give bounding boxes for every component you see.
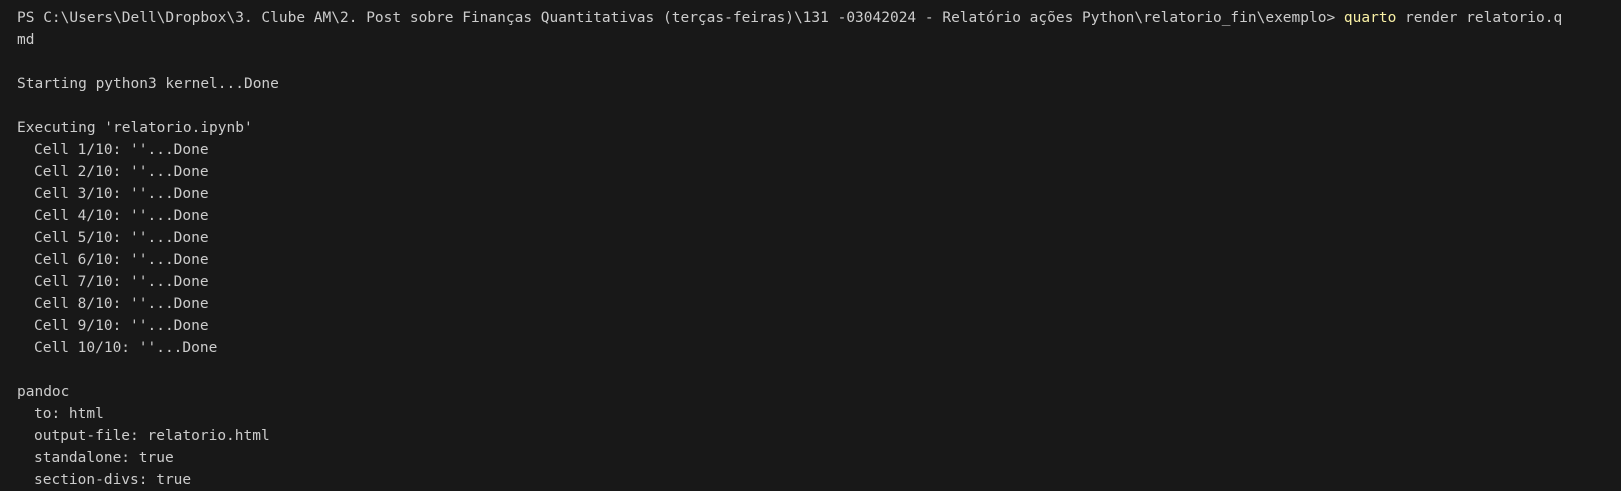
executing-line: Executing 'relatorio.ipynb' <box>17 120 253 136</box>
cell-status-line: Cell 6/10: ''...Done <box>34 252 209 268</box>
cell-status-line: Cell 3/10: ''...Done <box>34 186 209 202</box>
command-args: render relatorio.q <box>1396 10 1563 26</box>
pandoc-option-line: standalone: true <box>34 450 174 466</box>
cell-status-line: Cell 10/10: ''...Done <box>34 340 218 356</box>
pandoc-option-line: section-divs: true <box>34 472 192 488</box>
pandoc-option-line: to: html <box>34 406 104 422</box>
prompt-line: PS C:\Users\Dell\Dropbox\3. Clube AM\2. … <box>17 7 1621 29</box>
prompt-path: PS C:\Users\Dell\Dropbox\3. Clube AM\2. … <box>17 10 1344 26</box>
terminal-output[interactable]: PS C:\Users\Dell\Dropbox\3. Clube AM\2. … <box>0 0 1621 491</box>
pandoc-option-line: output-file: relatorio.html <box>34 428 270 444</box>
kernel-status-line: Starting python3 kernel...Done <box>17 76 279 92</box>
cell-status-line: Cell 2/10: ''...Done <box>34 164 209 180</box>
pandoc-header-line: pandoc <box>17 384 70 400</box>
cell-status-line: Cell 1/10: ''...Done <box>34 142 209 158</box>
cell-status-line: Cell 8/10: ''...Done <box>34 296 209 312</box>
cell-status-line: Cell 4/10: ''...Done <box>34 208 209 224</box>
prompt-wrap-line: md <box>17 32 35 48</box>
cell-status-line: Cell 5/10: ''...Done <box>34 230 209 246</box>
command-name: quarto <box>1343 10 1397 26</box>
cell-status-line: Cell 7/10: ''...Done <box>34 274 209 290</box>
cell-status-line: Cell 9/10: ''...Done <box>34 318 209 334</box>
